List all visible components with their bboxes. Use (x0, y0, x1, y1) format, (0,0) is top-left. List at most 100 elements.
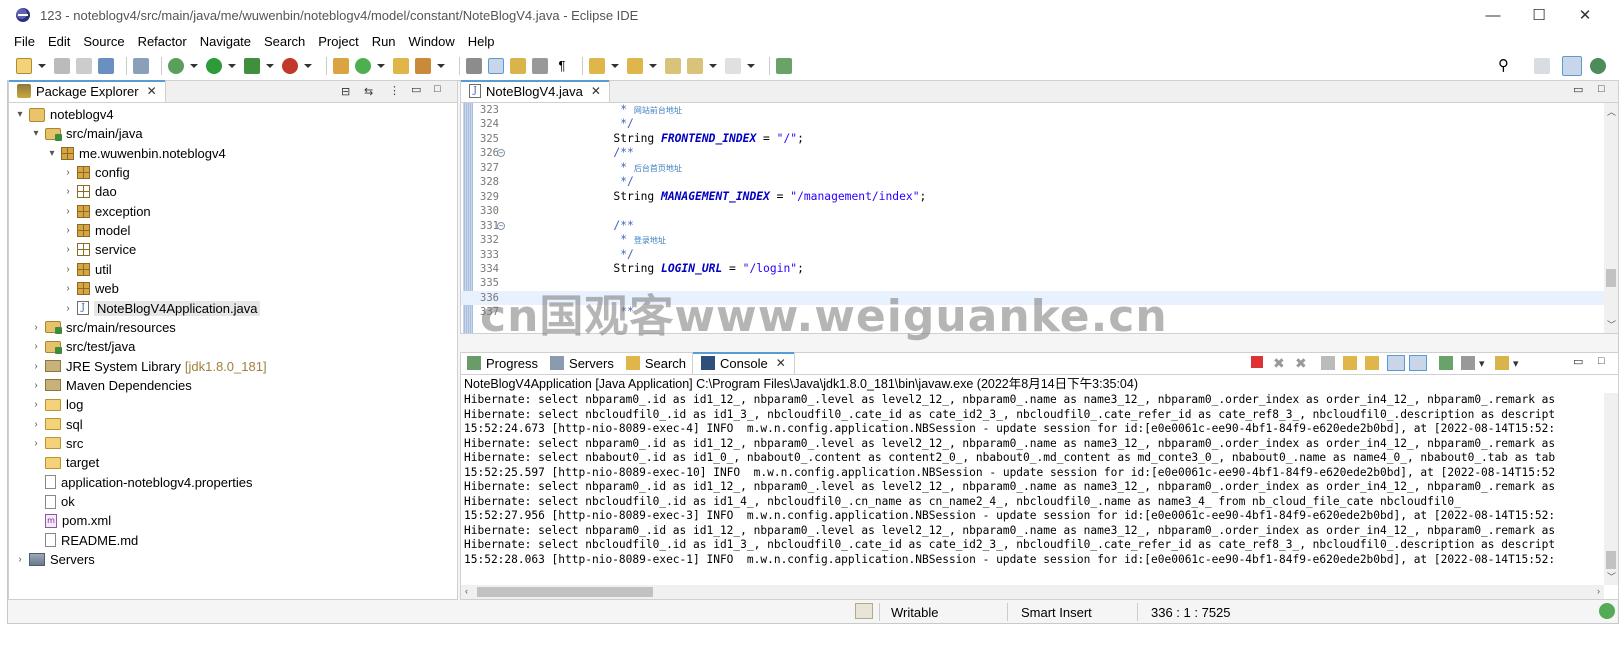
terminate-icon[interactable] (1251, 356, 1263, 368)
scroll-thumb[interactable] (1606, 551, 1616, 569)
code-line[interactable]: 325 String FRONTEND_INDEX = "/"; (461, 132, 1604, 147)
tree-item[interactable]: › dao (63, 182, 116, 201)
chevron-right-icon[interactable]: › (31, 399, 41, 410)
scroll-right-icon[interactable]: › (1597, 586, 1600, 596)
maximize-button[interactable]: ☐ (1516, 0, 1562, 30)
new-dropdown-icon[interactable] (38, 64, 46, 68)
tree-item[interactable]: › JRE System Library [jdk1.8.0_181] (31, 357, 266, 376)
chevron-right-icon[interactable]: › (31, 361, 41, 372)
code-line[interactable]: 323 * 网站前台地址 (461, 103, 1604, 118)
external-tools-dropdown-icon[interactable] (304, 64, 312, 68)
chevron-right-icon[interactable]: › (63, 225, 73, 236)
collapse-all-icon[interactable]: ⊟ (341, 85, 350, 98)
read-only-toggle-icon[interactable] (855, 603, 873, 619)
toggle-breadcrumb-icon[interactable] (532, 58, 548, 74)
open-console-icon[interactable] (1495, 356, 1509, 370)
console-horizontal-scrollbar[interactable]: ‹ › (461, 585, 1604, 599)
pin-console-icon[interactable] (1439, 356, 1453, 370)
maximize-view-icon[interactable]: □ (1598, 83, 1605, 95)
display-console-icon[interactable] (1461, 356, 1475, 370)
coverage-dropdown-icon[interactable] (266, 64, 274, 68)
previous-annotation-icon[interactable] (627, 58, 643, 74)
debug-icon[interactable] (168, 58, 184, 74)
minimize-view-icon[interactable]: ▭ (1573, 83, 1583, 96)
close-icon[interactable]: ✕ (591, 84, 601, 98)
tab-package-explorer[interactable]: Package Explorer ✕ (9, 80, 166, 102)
open-perspective-icon[interactable] (1534, 58, 1550, 74)
code-line[interactable]: 334 String LOGIN_URL = "/login"; (461, 262, 1604, 277)
minimize-view-icon[interactable]: ▭ (1573, 355, 1583, 368)
heap-status-icon[interactable] (1599, 603, 1615, 619)
search-icon[interactable]: ⚲ (1498, 58, 1514, 74)
console-output[interactable]: Hibernate: select nbparam0_.id as id1_12… (461, 393, 1604, 585)
back-icon[interactable] (687, 58, 703, 74)
new-class-dropdown-icon[interactable] (377, 64, 385, 68)
fold-toggle-icon[interactable]: − (497, 221, 505, 230)
chevron-right-icon[interactable]: › (63, 244, 73, 255)
chevron-down-icon[interactable]: ▾ (15, 109, 25, 120)
tree-item[interactable]: target (31, 453, 99, 472)
code-line[interactable]: 333 */ (461, 248, 1604, 263)
tree-item[interactable]: ▾ src/main/java (31, 124, 142, 143)
chevron-right-icon[interactable]: › (31, 380, 41, 391)
show-whitespace-icon[interactable]: ¶ (554, 58, 570, 74)
clear-console-icon[interactable] (1321, 356, 1335, 370)
code-line[interactable]: 329 String MANAGEMENT_INDEX = "/manageme… (461, 190, 1604, 205)
menu-help[interactable]: Help (468, 34, 495, 49)
chevron-right-icon[interactable]: › (31, 419, 41, 430)
chevron-down-icon[interactable]: ▾ (1479, 357, 1485, 370)
toggle-block-selection-icon[interactable] (510, 58, 526, 74)
chevron-down-icon[interactable]: ▾ (31, 128, 41, 139)
editor-vertical-scrollbar[interactable]: ︿ ﹀ (1604, 103, 1618, 333)
debug-perspective-icon[interactable] (1590, 58, 1606, 74)
chevron-right-icon[interactable]: › (63, 264, 73, 275)
show-on-output-icon[interactable] (1387, 355, 1405, 371)
run-dropdown-icon[interactable] (228, 64, 236, 68)
open-task-icon[interactable] (415, 58, 431, 74)
menu-run[interactable]: Run (372, 34, 396, 49)
pin-editor-icon[interactable] (776, 58, 792, 74)
scroll-down-icon[interactable]: ﹀ (1607, 318, 1616, 331)
debug-dropdown-icon[interactable] (190, 64, 198, 68)
new-java-class-icon[interactable] (355, 58, 371, 74)
menu-project[interactable]: Project (318, 34, 358, 49)
tree-item[interactable]: m pom.xml (31, 511, 111, 530)
view-menu-icon[interactable]: ⋮ (389, 84, 400, 97)
previous-annotation-dropdown-icon[interactable] (649, 64, 657, 68)
scroll-left-icon[interactable]: ‹ (465, 586, 468, 596)
menu-edit[interactable]: Edit (48, 34, 70, 49)
tree-item[interactable]: ▾ noteblogv4 (15, 105, 113, 124)
tree-item[interactable]: › src/main/resources (31, 318, 175, 337)
tree-item[interactable]: › service (63, 240, 136, 259)
tree-item[interactable]: › J NoteBlogV4Application.java (63, 299, 261, 318)
tree-item[interactable]: › model (63, 221, 130, 240)
chevron-right-icon[interactable]: › (31, 341, 41, 352)
menu-file[interactable]: File (14, 34, 35, 49)
new-java-package-icon[interactable] (333, 58, 349, 74)
tab-console[interactable]: Console ✕ (692, 352, 795, 374)
maximize-view-icon[interactable]: □ (434, 83, 441, 95)
menu-window[interactable]: Window (409, 34, 455, 49)
toggle-ant-editor-icon[interactable] (466, 58, 482, 74)
next-annotation-dropdown-icon[interactable] (611, 64, 619, 68)
fold-toggle-icon[interactable]: − (497, 149, 505, 158)
scroll-down-icon[interactable]: ﹀ (1607, 570, 1616, 583)
status-insert-mode[interactable]: Smart Insert (1021, 605, 1092, 620)
tab-noteblogv4-java[interactable]: J NoteBlogV4.java ✕ (461, 80, 610, 102)
forward-dropdown-icon[interactable] (747, 64, 755, 68)
coverage-icon[interactable] (244, 58, 260, 74)
scroll-lock-icon[interactable] (1343, 356, 1357, 370)
new-icon[interactable] (16, 58, 32, 74)
last-edit-location-icon[interactable] (665, 58, 681, 74)
close-icon[interactable]: ✕ (776, 356, 786, 370)
chevron-right-icon[interactable]: › (63, 186, 73, 197)
minimize-button[interactable]: — (1470, 0, 1516, 30)
tree-item[interactable]: ok (31, 492, 75, 511)
word-wrap-icon[interactable] (1365, 356, 1379, 370)
tab-progress[interactable]: Progress (461, 352, 544, 374)
menu-navigate[interactable]: Navigate (200, 34, 251, 49)
menu-search[interactable]: Search (264, 34, 305, 49)
save-icon[interactable] (54, 58, 70, 74)
code-line[interactable]: 331− /** (461, 219, 1604, 234)
code-line[interactable]: 326− /** (461, 146, 1604, 161)
